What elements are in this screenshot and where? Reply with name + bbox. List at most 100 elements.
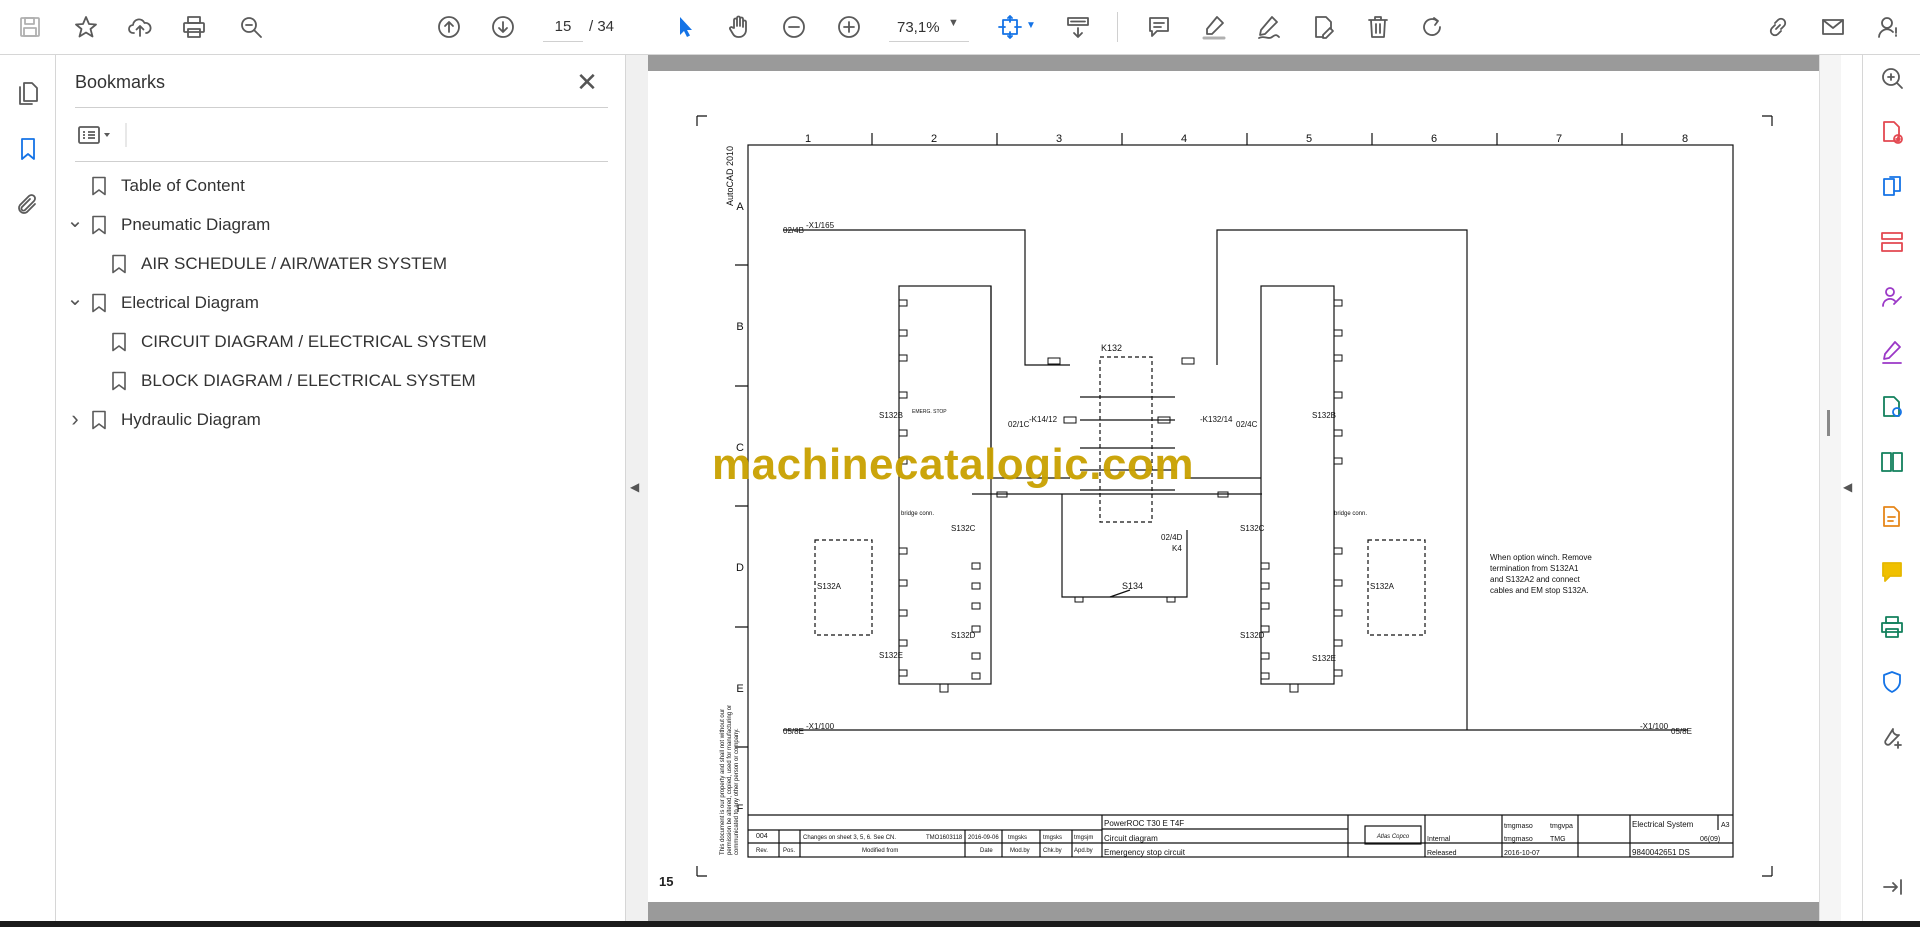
tb-rev: 004 <box>756 833 768 840</box>
note-line: cables and EM stop S132A. <box>1490 586 1589 595</box>
ref-label: 05/8E <box>783 727 804 736</box>
component-label: S132B <box>879 411 903 420</box>
tb-logo-text: Atlas Copco <box>1376 834 1410 840</box>
component-label: S132C <box>1240 524 1265 533</box>
component-label: S132A <box>1370 582 1395 591</box>
column-label: 3 <box>1056 133 1062 145</box>
component-label: S132C <box>951 524 976 533</box>
tb-confidentiality: Internal <box>1427 836 1451 843</box>
column-label: 1 <box>805 133 811 145</box>
crop-mark <box>1762 115 1773 126</box>
ref-label: -K14/12 <box>1029 415 1058 424</box>
ref-label: K4 <box>1172 544 1182 553</box>
component-label: S132A <box>817 582 842 591</box>
right-estop-chain <box>1260 285 1335 685</box>
ref-label: S134 <box>1122 581 1143 591</box>
column-label: 7 <box>1556 133 1562 145</box>
tb-header: Chk.by <box>1043 848 1062 854</box>
wire <box>783 229 1070 366</box>
tb-drawn: tmgmaso <box>1504 823 1533 830</box>
autocad-label: AutoCAD 2010 <box>725 146 735 206</box>
tb-status: Released <box>1427 850 1457 857</box>
tb-sheet: 06(09) <box>1700 836 1720 843</box>
drawing-frame <box>747 144 1734 858</box>
ref-label: K132 <box>1101 343 1122 353</box>
tb-doc-number: 9840042651 DS <box>1632 848 1690 857</box>
tb-by: tmgsks <box>1008 835 1027 841</box>
component-label: bridge conn. <box>901 511 934 517</box>
tb-approver: tmgvpa <box>1550 823 1573 830</box>
tb-cn: TMO1603118 <box>926 835 963 841</box>
tb-header: Apd.by <box>1074 848 1093 854</box>
tb-owner: TMG <box>1550 836 1566 843</box>
taskbar-edge <box>0 921 1920 927</box>
component-label: S132D <box>951 631 976 640</box>
zoom-search-icon[interactable] <box>1877 63 1907 93</box>
crop-mark <box>696 866 707 877</box>
ref-label: 02/4C <box>1236 420 1258 429</box>
tb-header: Modified from <box>862 848 898 854</box>
tb-product: PowerROC T30 E T4F <box>1104 819 1184 828</box>
page-number-label: 15 <box>659 874 674 889</box>
export-pdf-icon[interactable] <box>1877 172 1907 202</box>
tb-header: Rev. <box>756 848 768 854</box>
ref-label: 02/1C <box>1008 420 1030 429</box>
column-ticks <box>871 133 1623 145</box>
tb-design: tmgmaso <box>1504 836 1533 843</box>
row-label: B <box>736 321 743 333</box>
component-label: bridge conn. <box>1334 511 1367 517</box>
component-label: S132E <box>1312 654 1336 663</box>
ref-label: -K132/14 <box>1200 415 1233 424</box>
comment-tool-icon[interactable] <box>1877 557 1907 587</box>
print-production-icon[interactable] <box>1877 612 1907 642</box>
send-for-review-icon[interactable] <box>1877 392 1907 422</box>
component-label: S132D <box>1240 631 1265 640</box>
column-label: 2 <box>931 133 937 145</box>
component-label: EMERG. STOP <box>912 409 947 415</box>
request-signatures-icon[interactable] <box>1877 282 1907 312</box>
tb-header: Date <box>980 848 993 854</box>
ref-label: 05/8E <box>1671 727 1692 736</box>
column-label: 8 <box>1682 133 1688 145</box>
tb-size: A3 <box>1721 822 1730 829</box>
tb-by: tmgsks <box>1043 835 1062 841</box>
tb-header: Pos. <box>783 848 795 854</box>
tb-date2: 2016-10-07 <box>1504 850 1540 857</box>
tools-rail <box>1862 55 1920 921</box>
column-label: 4 <box>1181 133 1187 145</box>
copyright-note: This document is our property and shall … <box>720 709 726 855</box>
column-label: 6 <box>1431 133 1437 145</box>
row-label: E <box>736 683 743 695</box>
column-label: 5 <box>1306 133 1312 145</box>
note-line: and S132A2 and connect <box>1490 575 1581 584</box>
ref-label: 02/4B <box>783 226 804 235</box>
collapse-tools-icon[interactable] <box>1877 872 1907 902</box>
copyright-note: permission be altered, copied, used for … <box>727 705 733 855</box>
watermark-text: machinecatalogic.com <box>712 440 1194 489</box>
more-tools-icon[interactable] <box>1877 722 1907 752</box>
note-line: When option winch. Remove <box>1490 553 1592 562</box>
ref-label: 02/4D <box>1161 533 1183 542</box>
ref-label: -X1/100 <box>1640 722 1669 731</box>
tb-doc-type: Circuit diagram <box>1104 834 1158 843</box>
edit-pdf-icon[interactable] <box>1877 502 1907 532</box>
copyright-note: communicated to any other person or comp… <box>734 728 740 855</box>
tb-header: Mod.by <box>1010 848 1030 854</box>
switch-contact <box>1109 589 1131 598</box>
tb-designation: Electrical System <box>1632 820 1694 829</box>
create-pdf-icon[interactable] <box>1877 117 1907 147</box>
compare-files-icon[interactable] <box>1877 447 1907 477</box>
tb-date: 2016-09-06 <box>968 835 999 841</box>
crop-mark <box>1762 866 1773 877</box>
protect-icon[interactable] <box>1877 667 1907 697</box>
ref-label: -X1/100 <box>806 722 835 731</box>
crop-mark <box>696 115 707 126</box>
organize-pages-icon[interactable] <box>1877 227 1907 257</box>
row-label: A <box>736 201 744 213</box>
tb-description: Emergency stop circuit <box>1104 848 1186 857</box>
ref-label: -X1/165 <box>806 221 835 230</box>
note-line: termination from S132A1 <box>1490 564 1579 573</box>
row-ticks <box>735 264 748 748</box>
fill-sign-icon[interactable] <box>1877 337 1907 367</box>
row-label: D <box>736 562 744 574</box>
